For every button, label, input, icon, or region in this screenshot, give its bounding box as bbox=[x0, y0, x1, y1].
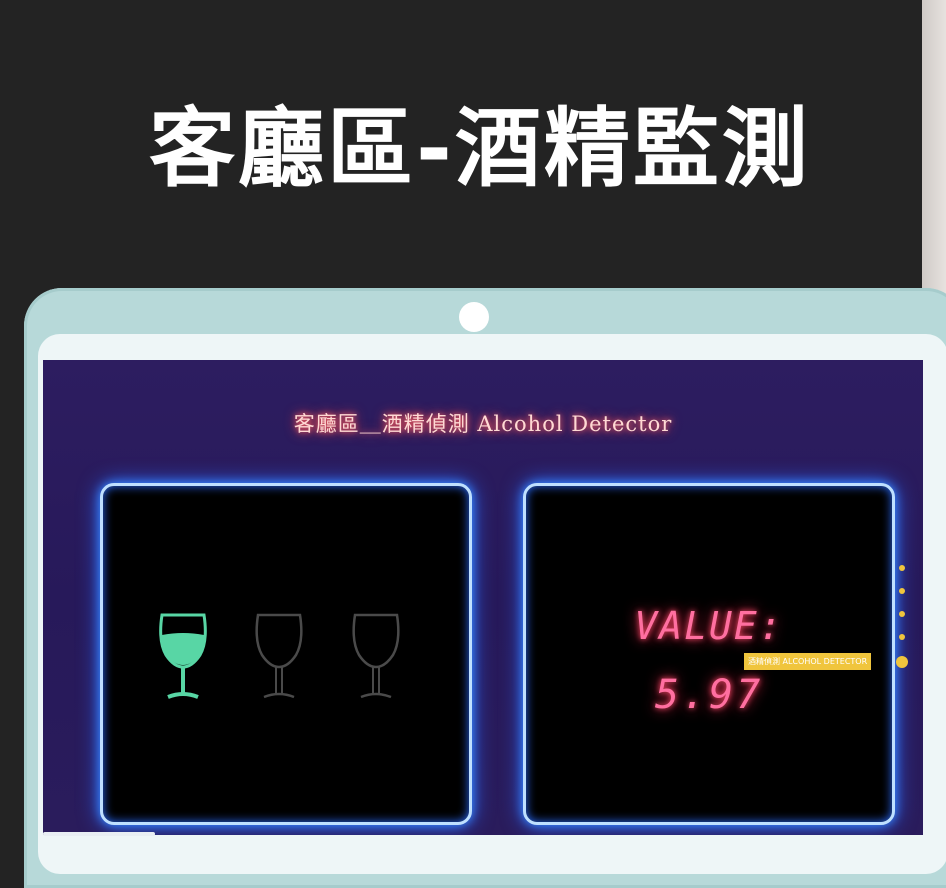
wine-glass-icon-filled bbox=[159, 613, 207, 699]
nav-dot-active[interactable] bbox=[896, 656, 908, 668]
nav-dot[interactable] bbox=[899, 634, 905, 640]
page-title: 客廳區-酒精監測 bbox=[149, 99, 811, 199]
nav-dot[interactable] bbox=[899, 588, 905, 594]
wine-glass-icon-empty bbox=[255, 613, 303, 699]
camera-icon bbox=[459, 302, 489, 332]
scrollbar[interactable] bbox=[43, 832, 155, 836]
dashboard-screen: 客廳區＿酒精偵測 Alcohol Detector VALUE: 5.97 bbox=[43, 360, 923, 835]
nav-dot[interactable] bbox=[899, 565, 905, 571]
dashboard-title: 客廳區＿酒精偵測 Alcohol Detector bbox=[293, 412, 673, 436]
wine-glass-icon-empty bbox=[352, 613, 400, 699]
glass-indicator-panel bbox=[100, 483, 472, 825]
nav-dot[interactable] bbox=[899, 611, 905, 617]
alcohol-value: 5.97 bbox=[654, 672, 764, 718]
value-label: VALUE: bbox=[634, 604, 784, 648]
nav-tooltip: 酒精偵測 ALCOHOL DETECTOR bbox=[744, 653, 872, 670]
